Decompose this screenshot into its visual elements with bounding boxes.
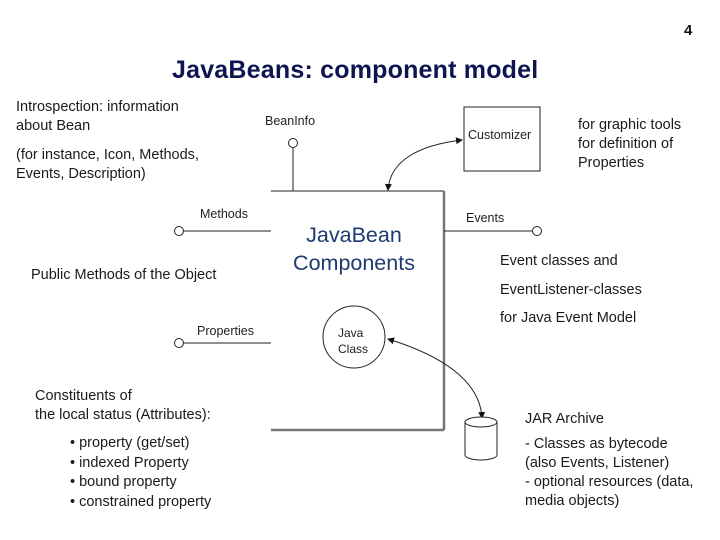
customizer-arrow (384, 137, 463, 191)
public-methods-note: Public Methods of the Object (31, 267, 217, 283)
event-model-line: for Java Event Model (500, 310, 637, 326)
component-label: JavaBean Components (280, 221, 428, 277)
attribute-item: indexed Property (70, 454, 211, 474)
beaninfo-label: BeanInfo (265, 114, 316, 128)
java-class-label: Java Class (338, 325, 368, 357)
customizer-label: Customizer (468, 128, 532, 142)
jar-line: - optional resources (data, (525, 474, 694, 490)
graphic-tools-line: for definition of (578, 136, 674, 152)
attribute-item: property (get/set) (70, 434, 211, 454)
methods-interface (174, 226, 271, 236)
jar-cylinder-icon (464, 416, 498, 461)
events-interface (444, 226, 542, 236)
jar-line: - Classes as bytecode (525, 436, 668, 452)
events-label: Events (466, 211, 505, 225)
slide-title: JavaBeans: component model (172, 56, 539, 84)
graphic-tools-note: for graphic tools for definition of Prop… (578, 116, 681, 173)
jar-line: (also Events, Listener) (525, 455, 670, 471)
event-model-note: Event classes and EventListener-classes … (500, 247, 642, 333)
page-number: 4 (684, 22, 693, 39)
introspection-note: Introspection: information about Bean (16, 98, 179, 136)
attribute-list: property (get/set) indexed Property boun… (70, 434, 211, 512)
introspection-line: Introspection: information (16, 99, 179, 115)
graphic-tools-line: Properties (578, 155, 645, 171)
java-class-label-line: Java (338, 326, 364, 340)
event-model-line: EventListener-classes (500, 281, 642, 298)
jar-arrow (387, 337, 486, 419)
jar-line: media objects) (525, 493, 620, 509)
constituents-note: Constituents of the local status (Attrib… (35, 387, 211, 425)
event-model-line: Event classes and (500, 253, 618, 269)
instance-line: (for instance, Icon, Methods, (16, 147, 199, 163)
constituents-line: the local status (Attributes): (35, 407, 211, 423)
introspection-line: about Bean (16, 118, 91, 134)
attribute-item: constrained property (70, 493, 211, 513)
jar-description: - Classes as bytecode (also Events, List… (525, 435, 693, 511)
jar-title: JAR Archive (525, 411, 604, 427)
constituents-line: Constituents of (35, 388, 132, 404)
instance-line: Events, Description) (16, 166, 146, 182)
component-label-line: JavaBean (306, 223, 402, 247)
properties-label: Properties (197, 324, 254, 338)
beaninfo-interface (288, 138, 298, 191)
properties-interface (174, 338, 271, 348)
attribute-item: bound property (70, 473, 211, 493)
graphic-tools-line: for graphic tools (578, 117, 682, 133)
java-class-label-line: Class (338, 342, 369, 356)
instance-note: (for instance, Icon, Methods, Events, De… (16, 146, 199, 184)
methods-label: Methods (200, 207, 248, 221)
component-label-line: Components (293, 251, 415, 275)
